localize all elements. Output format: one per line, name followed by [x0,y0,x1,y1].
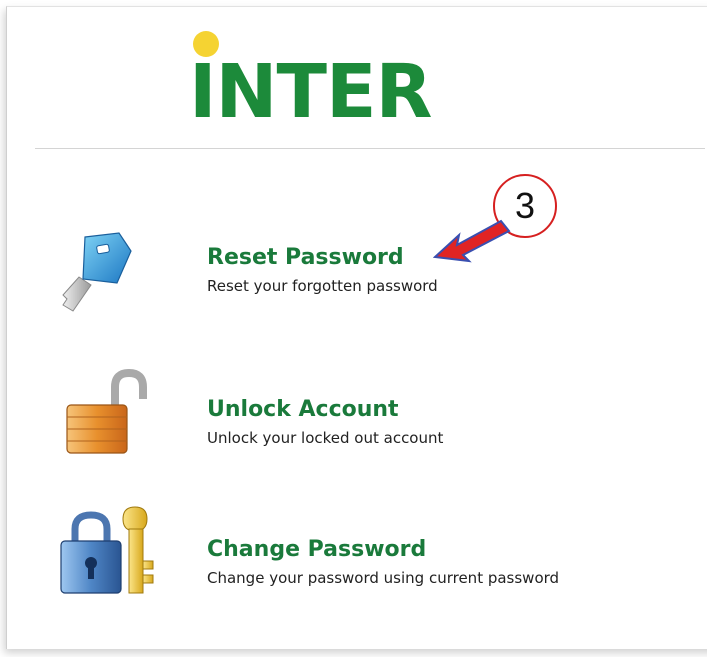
reset-password-link[interactable]: Reset Password [207,245,404,270]
padlock-open-icon [57,368,157,463]
brand-logo: INTER [189,31,489,131]
annotation-arrow-icon [432,217,513,271]
logo-text: INTER [189,49,432,135]
unlock-account-link[interactable]: Unlock Account [207,397,399,422]
reset-password-description: Reset your forgotten password [207,277,438,295]
key-icon [57,225,137,319]
unlock-account-description: Unlock your locked out account [207,429,444,447]
lock-and-key-icon [57,505,167,609]
header-divider [35,148,705,149]
change-password-link[interactable]: Change Password [207,537,426,562]
page-frame: INTER Reset Password Reset your forgotte… [6,6,707,649]
change-password-description: Change your password using current passw… [207,569,560,587]
